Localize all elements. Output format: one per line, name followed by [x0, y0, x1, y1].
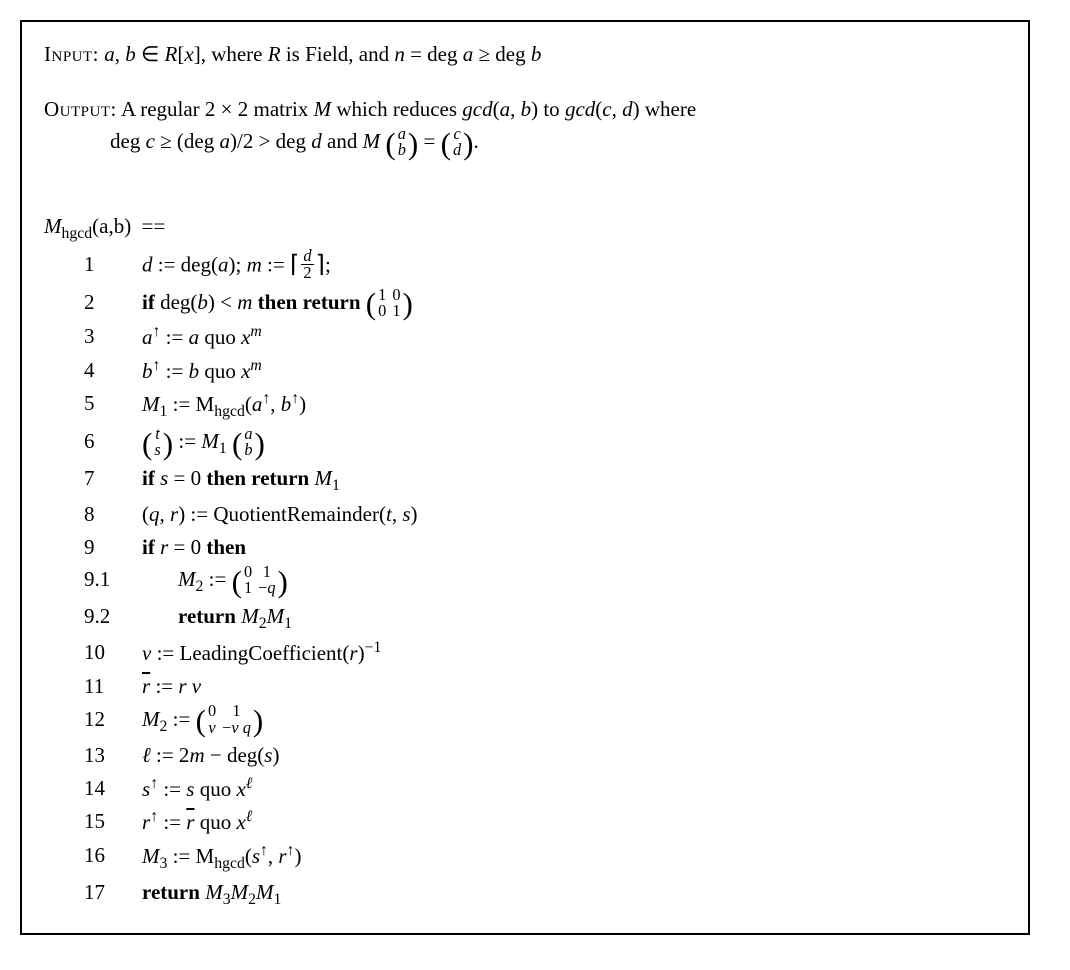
line-number: 15	[84, 805, 142, 838]
line-body: d := deg(a); m := ⌈d2⌉;	[142, 248, 1006, 285]
line-body: M3 := Mhgcd(s↑, r↑)	[142, 839, 1006, 877]
line-number: 9.2	[84, 600, 142, 633]
code-line: 6(ts) := M1 (ab)	[84, 425, 1006, 462]
code-line: 3a↑ := a quo xm	[84, 320, 1006, 354]
code-line: 15r↑ := r quo xℓ	[84, 805, 1006, 839]
line-number: 16	[84, 839, 142, 872]
line-body: r := r v	[142, 670, 1006, 703]
code-line: 10v := LeadingCoefficient(r)−1	[84, 636, 1006, 670]
line-body: if s = 0 then return M1	[142, 462, 1006, 499]
line-body: return M2M1	[142, 600, 1006, 637]
output-label: Output:	[44, 97, 117, 121]
output-block: Output: A regular 2 × 2 matrix M which r…	[44, 93, 1006, 160]
line-number: 10	[84, 636, 142, 669]
line-body: r↑ := r quo xℓ	[142, 805, 1006, 839]
line-number: 5	[84, 387, 142, 420]
line-body: (q, r) := QuotientRemainder(t, s)	[142, 498, 1006, 531]
code-line: 13ℓ := 2m − deg(s)	[84, 739, 1006, 772]
line-number: 8	[84, 498, 142, 531]
code-line: 2if deg(b) < m then return (1001)	[84, 286, 1006, 321]
line-body: a↑ := a quo xm	[142, 320, 1006, 354]
code-line: 14s↑ := s quo xℓ	[84, 772, 1006, 806]
line-number: 3	[84, 320, 142, 353]
line-body: return M3M2M1	[142, 876, 1006, 913]
function-header: Mhgcd(a,b) ==	[44, 210, 1006, 247]
line-number: 7	[84, 462, 142, 495]
input-block: Input: a, b ∈ R[x], where R is Field, an…	[44, 38, 1006, 71]
line-number: 13	[84, 739, 142, 772]
line-body: s↑ := s quo xℓ	[142, 772, 1006, 806]
code-line: 7if s = 0 then return M1	[84, 462, 1006, 499]
code-line: 9.2return M2M1	[84, 600, 1006, 637]
code-line: 12M2 := (01v−v q)	[84, 703, 1006, 740]
line-body: M2 := (01v−v q)	[142, 703, 1006, 740]
line-body: ℓ := 2m − deg(s)	[142, 739, 1006, 772]
line-number: 17	[84, 876, 142, 909]
line-number: 9.1	[84, 563, 142, 596]
line-body: (ts) := M1 (ab)	[142, 425, 1006, 462]
line-number: 9	[84, 531, 142, 564]
code-line: 16M3 := Mhgcd(s↑, r↑)	[84, 839, 1006, 877]
code-line: 11r := r v	[84, 670, 1006, 703]
code-line: 9if r = 0 then	[84, 531, 1006, 564]
line-body: if r = 0 then	[142, 531, 1006, 564]
code-line: 1d := deg(a); m := ⌈d2⌉;	[84, 248, 1006, 285]
line-number: 2	[84, 286, 142, 319]
input-text: a, b ∈ R[x], where R is Field, and n = d…	[104, 42, 541, 66]
code-line: 8(q, r) := QuotientRemainder(t, s)	[84, 498, 1006, 531]
code-line: 4b↑ := b quo xm	[84, 354, 1006, 388]
line-number: 4	[84, 354, 142, 387]
line-body: M2 := (011−q)	[142, 563, 1006, 600]
line-number: 6	[84, 425, 142, 458]
line-body: v := LeadingCoefficient(r)−1	[142, 636, 1006, 670]
line-number: 12	[84, 703, 142, 736]
code-body: 1d := deg(a); m := ⌈d2⌉;2if deg(b) < m t…	[44, 248, 1006, 913]
algorithm-box: Input: a, b ∈ R[x], where R is Field, an…	[20, 20, 1030, 935]
line-body: b↑ := b quo xm	[142, 354, 1006, 388]
line-body: if deg(b) < m then return (1001)	[142, 286, 1006, 321]
line-number: 1	[84, 248, 142, 281]
code-line: 17return M3M2M1	[84, 876, 1006, 913]
code-line: 5M1 := Mhgcd(a↑, b↑)	[84, 387, 1006, 425]
line-body: M1 := Mhgcd(a↑, b↑)	[142, 387, 1006, 425]
line-number: 14	[84, 772, 142, 805]
output-text-cont: deg c ≥ (deg a)/2 > deg d and M (ab) = (…	[110, 125, 1006, 160]
code-line: 9.1M2 := (011−q)	[84, 563, 1006, 600]
input-label: Input:	[44, 42, 99, 66]
line-number: 11	[84, 670, 142, 703]
output-text: A regular 2 × 2 matrix M which reduces g…	[121, 97, 696, 121]
